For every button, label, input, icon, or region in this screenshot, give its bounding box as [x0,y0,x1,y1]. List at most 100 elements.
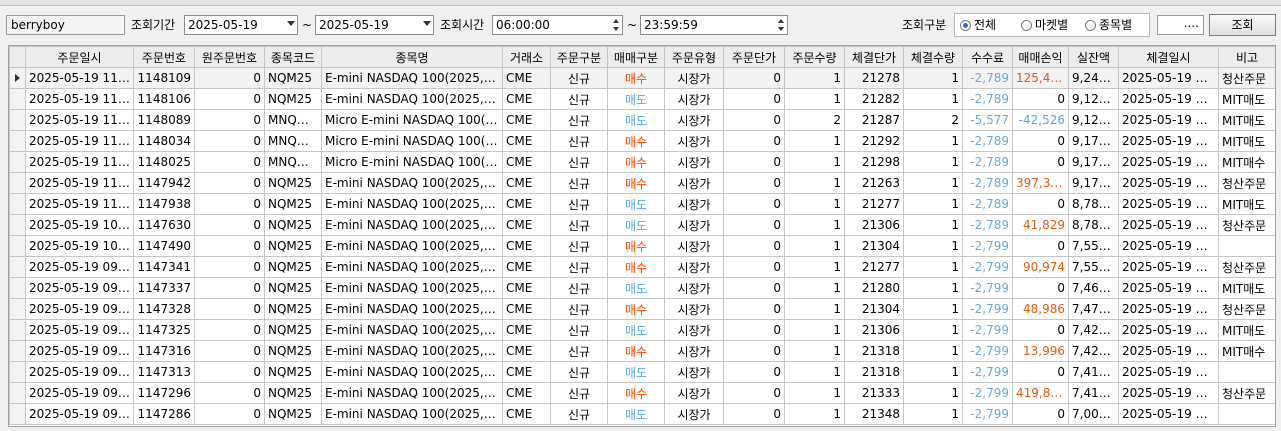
row-indicator[interactable] [9,88,26,110]
table-row[interactable]: 2025-05-19 11:… 1148034 0 MNQ… Micro E-mini … [9,130,1275,152]
cell-original-order-number: 0 [194,319,265,341]
cell-fee: -2,789 [962,172,1013,194]
table-row[interactable]: 2025-05-19 09:… 1147316 0 NQM25 E-mini NASDA… [9,340,1275,362]
cell-symbol-name: E-mini NASDAQ 100(2025,06) [321,256,503,278]
cell-order-price: 0 [723,340,785,362]
row-indicator[interactable] [9,382,26,404]
cell-original-order-number: 0 [194,235,265,257]
table-row[interactable]: 2025-05-19 11:… 1148109 0 NQM25 E-mini NASDA… [9,67,1275,89]
column-header-order-datetime[interactable]: 주문일시 [25,46,134,68]
column-header-order-qty[interactable]: 주문수량 [784,46,845,68]
table-row[interactable]: 2025-05-19 09:… 1147337 0 NQM25 E-mini NASDA… [9,277,1275,299]
chevron-down-icon[interactable] [423,21,431,26]
cell-order-datetime: 2025-05-19 09:… [25,277,134,299]
table-row[interactable]: 2025-05-19 10:… 1147490 0 NQM25 E-mini NASDA… [9,235,1275,257]
row-indicator[interactable] [9,298,26,320]
date-from-picker[interactable]: 2025-05-19 [184,15,298,35]
user-id-field[interactable]: berryboy [6,15,125,35]
column-header-fill-qty[interactable]: 체결수량 [903,46,963,68]
row-indicator[interactable] [9,214,26,236]
table-row[interactable]: 2025-05-19 11:… 1148025 0 MNQ… Micro E-mini … [9,151,1275,173]
cell-order-number: 1147490 [133,235,195,257]
chevron-down-icon[interactable] [287,21,295,26]
column-header-symbol-code[interactable]: 종목코드 [264,46,322,68]
cell-remark: MIT매수 [1218,151,1275,173]
cell-order-category: 신규 [550,361,608,383]
search-button[interactable]: 조회 [1209,14,1276,36]
current-row-arrow-icon [15,74,20,82]
symbol-code-field[interactable]: .... [1157,15,1204,35]
cell-remark: 청산주문 [1218,214,1275,236]
table-row[interactable]: 2025-05-19 10:… 1147630 0 NQM25 E-mini NASDA… [9,214,1275,236]
row-indicator[interactable] [9,151,26,173]
row-indicator[interactable] [9,172,26,194]
cell-order-datetime: 2025-05-19 10:… [25,214,134,236]
table-row[interactable]: 2025-05-19 09:… 1147313 0 NQM25 E-mini NASDA… [9,361,1275,383]
table-row[interactable]: 2025-05-19 11:… 1148106 0 NQM25 E-mini NASDA… [9,88,1275,110]
cell-fee: -2,789 [962,151,1013,173]
row-indicator[interactable] [9,319,26,341]
table-row[interactable]: 2025-05-19 11:… 1148089 0 MNQ… Micro E-mini … [9,109,1275,131]
column-header-net-balance[interactable]: 실잔액 [1068,46,1119,68]
cell-symbol-code: NQM25 [264,340,322,362]
spin-up-icon[interactable] [613,19,619,23]
column-header-trade-pnl[interactable]: 매매손익 [1012,46,1069,68]
table-row[interactable]: 2025-05-19 11:… 1147938 0 NQM25 E-mini NASDA… [9,193,1275,215]
cell-order-type: 시장가 [664,172,724,194]
table-row[interactable]: 2025-05-19 11:… 1147942 0 NQM25 E-mini NASDA… [9,172,1275,194]
column-header-order-price[interactable]: 주문단가 [723,46,785,68]
cell-order-number: 1147328 [133,298,195,320]
column-header-remark[interactable]: 비고 [1218,46,1275,68]
column-header-fill-datetime[interactable]: 체결일시 [1118,46,1219,68]
row-indicator[interactable] [9,256,26,278]
column-header-original-order-number[interactable]: 원주문번호 [194,46,265,68]
cell-trade-side: 매도 [607,361,665,383]
date-to-picker[interactable]: 2025-05-19 [315,15,434,35]
row-indicator[interactable] [9,340,26,362]
table-row[interactable]: 2025-05-19 09:… 1147296 0 NQM25 E-mini NASDA… [9,382,1275,404]
table-row[interactable]: 2025-05-19 09:… 1147286 0 NQM25 E-mini NASDA… [9,403,1275,425]
row-indicator[interactable] [9,109,26,131]
cell-remark: MIT매도 [1218,277,1275,299]
column-header-fill-price[interactable]: 체결단가 [844,46,904,68]
time-from-spinner[interactable]: 06:00:00 [492,15,623,35]
radio-all[interactable]: 전체 [960,17,996,33]
spin-down-icon[interactable] [778,27,784,31]
row-indicator[interactable] [9,235,26,257]
column-header-symbol-name[interactable]: 종목명 [321,46,503,68]
row-indicator[interactable] [9,130,26,152]
cell-trade-side: 매수 [607,151,665,173]
row-indicator[interactable] [9,277,26,299]
order-history-grid[interactable]: 주문일시 주문번호 원주문번호 종목코드 종목명 거래소 주문구분 매매구분 주문유형 주문단가 주… [8,45,1276,427]
cell-order-type: 시장가 [664,340,724,362]
table-body: 2025-05-19 11:… 1148109 0 NQM25 E-mini NASDA… [9,67,1275,425]
cell-trade-pnl: 0 [1012,130,1069,152]
row-indicator[interactable] [9,67,26,89]
spin-down-icon[interactable] [613,27,619,31]
cell-symbol-code: NQM25 [264,298,322,320]
column-header-trade-side[interactable]: 매매구분 [607,46,665,68]
table-row[interactable]: 2025-05-19 09:… 1147328 0 NQM25 E-mini NASDA… [9,298,1275,320]
spin-up-icon[interactable] [778,19,784,23]
column-header-order-number[interactable]: 주문번호 [133,46,195,68]
radio-symbol[interactable]: 종목별 [1085,17,1132,33]
table-row[interactable]: 2025-05-19 09:… 1147341 0 NQM25 E-mini NASDA… [9,256,1275,278]
table-row[interactable]: 2025-05-19 09:… 1147325 0 NQM25 E-mini NASDA… [9,319,1275,341]
cell-trade-pnl: 0 [1012,277,1069,299]
row-indicator[interactable] [9,403,26,425]
cell-net-balance: 9,177… [1068,151,1119,173]
cell-symbol-name: E-mini NASDAQ 100(2025,06) [321,403,503,425]
time-to-spinner[interactable]: 23:59:59 [640,15,788,35]
row-indicator[interactable] [9,193,26,215]
row-indicator[interactable] [9,361,26,383]
cell-order-category: 신규 [550,298,608,320]
column-header-order-type[interactable]: 주문유형 [664,46,724,68]
column-header-order-category[interactable]: 주문구분 [550,46,608,68]
cell-symbol-code: NQM25 [264,214,322,236]
column-header-fee[interactable]: 수수료 [962,46,1013,68]
cell-symbol-code: MNQ… [264,151,322,173]
cell-fee: -2,789 [962,214,1013,236]
cell-order-qty: 1 [784,319,845,341]
column-header-exchange[interactable]: 거래소 [502,46,551,68]
radio-market[interactable]: 마켓별 [1021,17,1068,33]
